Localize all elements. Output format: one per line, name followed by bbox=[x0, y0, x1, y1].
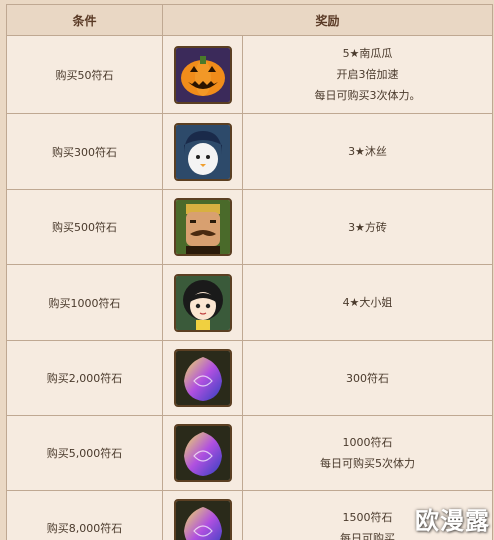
condition-cell: 购买1000符石 bbox=[6, 264, 163, 341]
mustache-man-icon bbox=[173, 198, 232, 256]
table-row: 购买50符石 5★南瓜瓜 开启3倍加速 每日可购买3次体力。 bbox=[6, 35, 494, 114]
icon-cell bbox=[162, 415, 243, 491]
icon-cell bbox=[162, 189, 243, 265]
rune-stone-icon bbox=[173, 349, 232, 407]
icon-cell bbox=[162, 113, 243, 190]
table-row: 购买5,000符石 1000符石 每日可购买5次体力 bbox=[6, 415, 494, 491]
reward-line: 300符石 bbox=[346, 371, 389, 385]
reward-line: 4★大小姐 bbox=[342, 296, 393, 309]
table-header-row: 条件 奖励 bbox=[6, 4, 494, 36]
condition-cell: 购买500符石 bbox=[6, 189, 163, 265]
girl-character-icon bbox=[173, 273, 232, 332]
condition-cell: 购买2,000符石 bbox=[6, 340, 163, 416]
page: 条件 奖励 购买50符石 5★南瓜瓜 开启3倍加速 每日可购买3次体力。 购买3… bbox=[0, 0, 494, 540]
rune-stone-icon bbox=[173, 499, 232, 540]
reward-line: 1000符石 bbox=[342, 436, 393, 449]
icon-cell bbox=[162, 35, 243, 114]
reward-line: 每日可购买3次体力。 bbox=[314, 89, 421, 102]
table-row: 购买2,000符石 300符石 bbox=[6, 340, 494, 416]
reward-cell: 1000符石 每日可购买5次体力 bbox=[241, 415, 494, 491]
condition-cell: 购买50符石 bbox=[6, 35, 163, 114]
header-condition: 条件 bbox=[6, 4, 163, 36]
table-row: 购买500符石 3★方砖 bbox=[6, 189, 494, 265]
reward-cell: 300符石 bbox=[241, 340, 494, 416]
header-reward: 奖励 bbox=[161, 4, 494, 36]
table-row: 购买300符石 3★沐丝 bbox=[6, 113, 494, 190]
reward-cell: 3★沐丝 bbox=[241, 113, 494, 190]
condition-cell: 购买300符石 bbox=[6, 113, 163, 190]
condition-cell: 购买8,000符石 bbox=[6, 490, 163, 540]
reward-cell: 3★方砖 bbox=[241, 189, 494, 265]
rewards-table: 条件 奖励 购买50符石 5★南瓜瓜 开启3倍加速 每日可购买3次体力。 购买3… bbox=[6, 4, 494, 540]
reward-line: 每日可购买5次体力 bbox=[320, 457, 415, 470]
condition-cell: 购买5,000符石 bbox=[6, 415, 163, 491]
reward-line: 5★南瓜瓜 bbox=[342, 47, 393, 60]
icon-cell bbox=[162, 340, 243, 416]
pumpkin-icon bbox=[173, 45, 232, 104]
icon-cell bbox=[162, 490, 243, 540]
reward-cell: 5★南瓜瓜 开启3倍加速 每日可购买3次体力。 bbox=[241, 35, 494, 114]
reward-cell: 4★大小姐 bbox=[241, 264, 494, 341]
table-row: 购买1000符石 4★大小姐 bbox=[6, 264, 494, 341]
reward-line: 3★方砖 bbox=[348, 220, 387, 234]
reward-line: 开启3倍加速 bbox=[336, 68, 399, 81]
ghost-character-icon bbox=[173, 122, 232, 181]
icon-cell bbox=[162, 264, 243, 341]
reward-line: 3★沐丝 bbox=[348, 145, 387, 158]
rune-stone-icon bbox=[173, 424, 232, 482]
watermark: 欧漫露 bbox=[415, 507, 490, 535]
